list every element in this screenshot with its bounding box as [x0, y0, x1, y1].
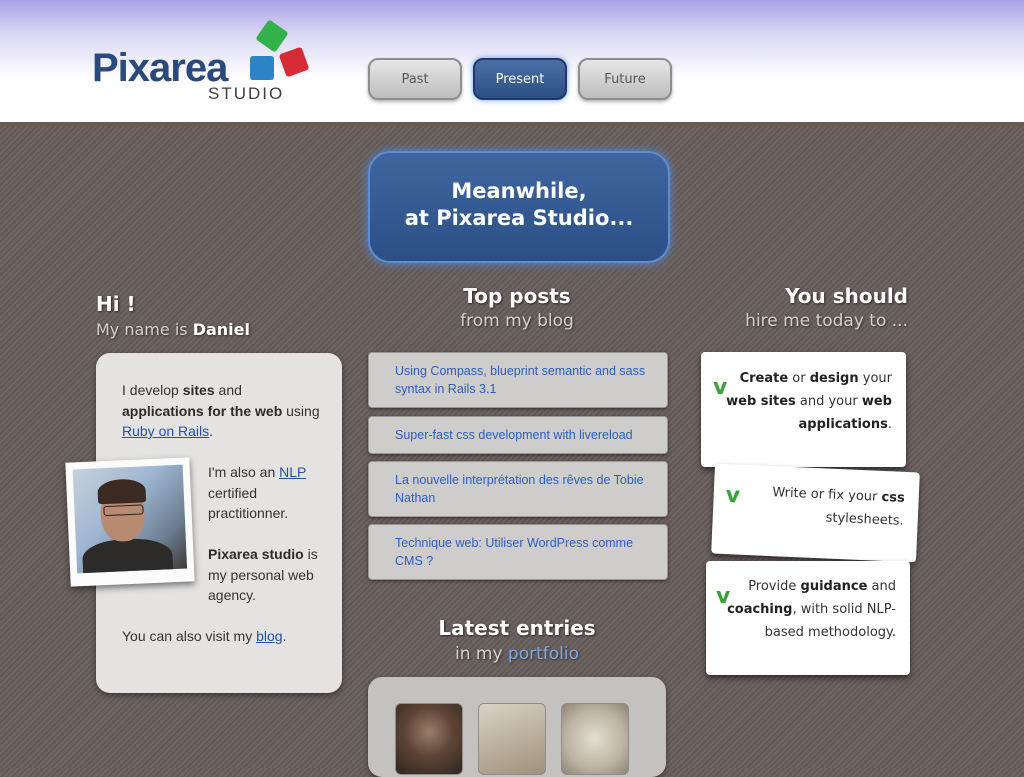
top-posts-heading: Top posts [463, 284, 571, 308]
service-text: Write or fix your css stylesheets. [733, 479, 905, 532]
service-plain: . [887, 417, 892, 432]
portrait-shirt [81, 537, 174, 574]
portrait-photo [65, 457, 195, 587]
about-text-bold: applications for the web [122, 402, 283, 419]
service-plain: and [871, 579, 896, 594]
service-bold: css [881, 489, 906, 506]
service-plain: your [862, 371, 892, 386]
logo-red-square-icon [278, 46, 310, 78]
about-text-bold: Pixarea studio [208, 546, 304, 562]
blog-link[interactable]: blog [256, 628, 282, 644]
latest-subtitle-text: in my [454, 644, 503, 664]
post-link[interactable]: La nouvelle interprétation des rêves de … [395, 471, 647, 507]
service-bold: design [809, 371, 859, 386]
portfolio-thumbnail[interactable] [561, 703, 629, 775]
service-plain: or [792, 371, 806, 386]
service-card: v Provide guidance and coaching, with so… [706, 561, 910, 675]
about-paragraph-1: I develop sites and applications for the… [122, 382, 320, 439]
portrait-image [72, 464, 188, 574]
about-text: using [286, 402, 320, 419]
service-bold: Create [739, 371, 789, 386]
logo-green-square-icon [255, 19, 289, 53]
nlp-link[interactable]: NLP [279, 464, 306, 480]
about-paragraph-2: I'm also an NLP certified practitionner. [208, 462, 326, 524]
service-card: v Create or design your web sites and yo… [701, 352, 906, 467]
about-text: and [218, 382, 242, 398]
post-item[interactable]: Super-fast css development with liverelo… [368, 416, 668, 454]
about-paragraph-3: Pixarea studio is my personal web agency… [208, 544, 326, 606]
service-plain: stylesheets. [825, 510, 905, 529]
service-plain: , with solid [792, 602, 863, 617]
service-bold: coaching [727, 602, 793, 617]
post-link[interactable]: Technique web: Utiliser WordPress comme … [395, 534, 647, 570]
portrait-glasses [103, 504, 144, 517]
about-paragraph-4: You can also visit my blog. [122, 628, 287, 644]
hero-line-2: at Pixarea Studio... [404, 206, 634, 230]
hire-subheading: hire me today to ... [745, 311, 908, 331]
portfolio-thumbnail[interactable] [395, 703, 463, 775]
portfolio-thumbnail[interactable] [478, 703, 546, 775]
nav-present[interactable]: Present [473, 58, 567, 100]
about-text: I'm also an [208, 464, 276, 480]
latest-entries-subheading: in my portfolio [368, 644, 666, 664]
site-logo[interactable]: Pixarea STUDIO [92, 18, 322, 108]
service-plain: Provide [748, 579, 797, 594]
service-bold: applications [798, 417, 888, 432]
logo-blue-square-icon [250, 56, 274, 80]
site-header: Pixarea STUDIO Past Present Future [0, 0, 1024, 126]
logo-subtitle: STUDIO [208, 84, 285, 103]
service-bold: guidance [800, 579, 868, 594]
portfolio-box [368, 677, 666, 777]
service-bold: web sites [726, 394, 796, 409]
owner-name: Daniel [192, 320, 250, 339]
about-text-bold: sites [182, 382, 215, 398]
service-bold: web [861, 394, 892, 409]
hero-banner: Meanwhile, at Pixarea Studio... [368, 151, 670, 263]
hire-heading: You should [785, 284, 908, 308]
post-item[interactable]: Technique web: Utiliser WordPress comme … [368, 524, 668, 580]
ruby-on-rails-link[interactable]: Ruby on Rails [122, 423, 209, 439]
nav-past[interactable]: Past [368, 58, 462, 100]
portfolio-link[interactable]: portfolio [508, 644, 579, 664]
name-prefix: My name is [96, 320, 188, 339]
service-plain: and your [799, 394, 858, 409]
greeting-heading: Hi ! [96, 292, 136, 316]
about-text: You can also visit my [122, 628, 253, 644]
post-item[interactable]: La nouvelle interprétation des rêves de … [368, 461, 668, 517]
nav-future[interactable]: Future [578, 58, 672, 100]
greeting-subheading: My name is Daniel [96, 320, 250, 339]
service-text: Provide guidance and coaching, with soli… [724, 575, 896, 644]
service-text: Create or design your web sites and your… [722, 367, 892, 436]
about-text: I develop [122, 382, 179, 398]
latest-entries-heading: Latest entries [438, 616, 596, 640]
post-link[interactable]: Super-fast css development with liverelo… [395, 426, 647, 444]
service-plain: Write or fix your [772, 485, 878, 505]
service-card: v Write or fix your css stylesheets. [711, 463, 920, 563]
post-link[interactable]: Using Compass, blueprint semantic and sa… [395, 362, 647, 398]
hero-line-1: Meanwhile, [451, 179, 587, 203]
portrait-hair [97, 478, 147, 505]
top-posts-subheading: from my blog [460, 311, 574, 331]
post-item[interactable]: Using Compass, blueprint semantic and sa… [368, 352, 668, 408]
about-text: certified practitionner. [208, 484, 289, 522]
